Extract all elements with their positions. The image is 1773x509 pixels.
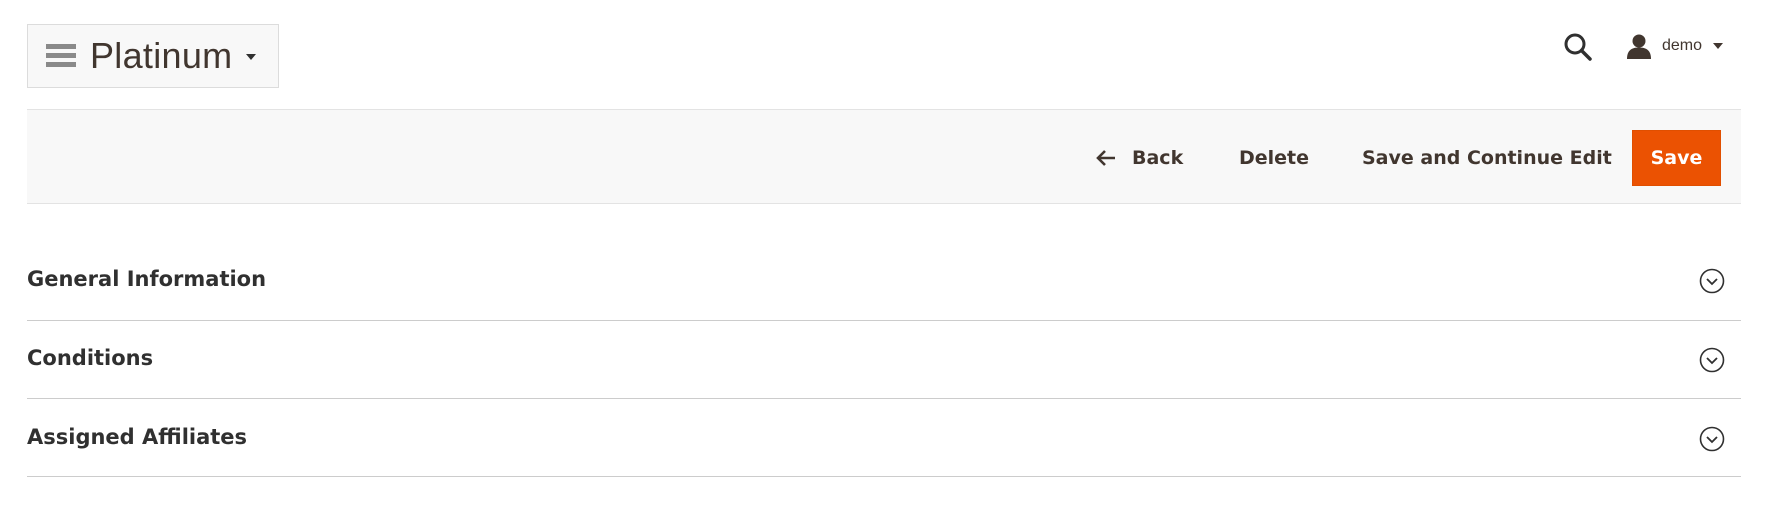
arrow-left-icon xyxy=(1096,149,1115,166)
section-assigned-affiliates[interactable]: Assigned Affiliates xyxy=(27,399,1741,477)
caret-down-icon xyxy=(246,54,257,60)
chevron-down-circle-icon[interactable] xyxy=(1699,268,1725,294)
save-and-continue-button[interactable]: Save and Continue Edit xyxy=(1362,110,1612,205)
save-button[interactable]: Save xyxy=(1632,130,1721,186)
search-button[interactable] xyxy=(1562,31,1594,63)
back-button[interactable]: Back xyxy=(1096,110,1183,205)
page: Platinum demo Back Delete Save and Conti… xyxy=(0,0,1773,509)
user-name: demo xyxy=(1662,37,1703,54)
page-actions-bar: Back Delete Save and Continue Edit Save xyxy=(27,109,1741,204)
delete-button[interactable]: Delete xyxy=(1239,110,1309,205)
search-icon xyxy=(1564,33,1592,61)
user-menu[interactable]: demo xyxy=(1626,30,1724,62)
chevron-down-circle-icon[interactable] xyxy=(1699,426,1725,452)
caret-down-icon xyxy=(1713,43,1724,49)
section-title: Conditions xyxy=(27,346,154,370)
back-button-label: Back xyxy=(1132,146,1184,169)
section-title: General Information xyxy=(27,267,267,291)
chevron-down-circle-icon[interactable] xyxy=(1699,347,1725,373)
section-conditions[interactable]: Conditions xyxy=(27,321,1741,399)
section-general-information[interactable]: General Information xyxy=(27,243,1741,321)
store-switcher-label: Platinum xyxy=(90,35,233,76)
store-switcher-button[interactable]: Platinum xyxy=(27,24,279,88)
user-icon xyxy=(1627,34,1651,59)
menu-icon xyxy=(46,44,76,68)
section-title: Assigned Affiliates xyxy=(27,425,248,449)
